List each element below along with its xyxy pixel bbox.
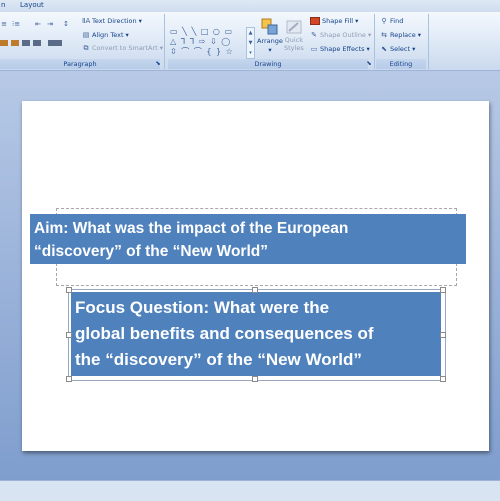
paragraph-group-label: Paragraph (0, 59, 160, 69)
aim-textbox[interactable]: Aim: What was the impact of the European… (30, 214, 466, 264)
group-divider (164, 14, 165, 69)
arrange-icon (261, 18, 278, 35)
aim-text-line: “discovery” of the “New World” (34, 243, 268, 260)
chevron-down-icon: ▾ (125, 31, 129, 39)
shapes-row: ▭ ╲ ╲ □ ○ ▭ (170, 27, 234, 36)
shapes-gallery[interactable]: ▭ ╲ ╲ □ ○ ▭ △ ⅂ ⅂ ⇨ ⇩ ◯ ⇳ ⌒ ⌒ { } ☆ (170, 27, 248, 57)
resize-handle[interactable] (440, 332, 446, 338)
chevron-down-icon: ▾ (367, 31, 372, 39)
group-divider (374, 14, 375, 69)
align-center-icon[interactable] (11, 40, 19, 46)
focus-text-line: Focus Question: What were the (75, 298, 330, 317)
arrange-button[interactable]: Arrange ▾ (257, 18, 283, 54)
dialog-launcher-icon[interactable]: ⬊ (154, 59, 162, 68)
group-divider (428, 14, 429, 69)
align-text-label: Align Text (92, 31, 124, 39)
replace-label: Replace (390, 31, 416, 39)
gallery-scroll[interactable]: ▲ ▼ ▾ (246, 27, 255, 59)
chevron-down-icon: ▾ (138, 17, 142, 25)
chevron-down-icon: ▾ (355, 17, 359, 25)
bullets-icon: ≡ (1, 20, 7, 28)
select-button[interactable]: ⬉ Select ▾ (380, 45, 415, 53)
decrease-indent-button[interactable]: ⇤ (34, 20, 42, 28)
shape-effects-button[interactable]: ▭ Shape Effects ▾ (310, 45, 370, 53)
text-direction-label: Text Direction (92, 17, 137, 25)
chevron-down-icon: ▾ (417, 31, 421, 39)
columns-icon[interactable] (48, 40, 62, 46)
shape-fill-icon (310, 17, 320, 25)
shape-effects-icon: ▭ (310, 45, 318, 53)
focus-text-line: global benefits and consequences of (75, 324, 374, 343)
cursor-icon: ⬉ (381, 45, 387, 53)
select-label: Select (390, 45, 411, 53)
chevron-down-icon: ▾ (268, 46, 272, 54)
resize-handle[interactable] (252, 376, 258, 382)
focus-text-line: the “discovery” of the “New World” (75, 350, 362, 369)
indent-icon: ⇤ (35, 20, 41, 28)
convert-smartart-button[interactable]: ⧉ Convert to SmartArt ▾ (82, 44, 163, 52)
quick-styles-label: Quick (284, 36, 304, 44)
drawing-group-label: Drawing (168, 59, 368, 69)
numbering-button[interactable]: ⁝≡ (12, 20, 20, 28)
justify-icon[interactable] (33, 40, 41, 46)
ribbon: ≡ ⁝≡ ⇤ ⇥ ↕ ⅡA Text Direction ▾ ▤ Align T… (0, 12, 500, 71)
align-left-icon[interactable] (0, 40, 8, 46)
shapes-row: △ ⅂ ⅂ ⇨ ⇩ ◯ (170, 37, 232, 46)
chevron-down-icon: ▾ (366, 45, 370, 53)
shape-fill-label: Shape Fill (322, 17, 354, 25)
find-label: Find (390, 17, 404, 25)
shape-outline-label: Shape Outline (320, 31, 366, 39)
focus-question-textbox[interactable]: Focus Question: What were the global ben… (71, 292, 441, 376)
replace-icon: ⇆ (381, 31, 387, 39)
indent-icon: ⇥ (47, 20, 53, 28)
aim-text-line: Aim: What was the impact of the European (34, 220, 349, 237)
convert-smartart-label: Convert to SmartArt (92, 44, 158, 52)
quick-styles-icon (286, 20, 302, 34)
tab-design[interactable]: n (1, 1, 5, 9)
resize-handle[interactable] (66, 332, 72, 338)
text-direction-button[interactable]: ⅡA Text Direction ▾ (82, 17, 142, 25)
chevron-down-icon: ▾ (159, 44, 163, 52)
align-right-icon[interactable] (22, 40, 30, 46)
quick-styles-button[interactable]: Quick Styles (284, 18, 304, 52)
find-button[interactable]: ⚲ Find (380, 17, 403, 25)
shape-outline-icon: ✎ (311, 31, 317, 39)
resize-handle[interactable] (440, 287, 446, 293)
align-text-button[interactable]: ▤ Align Text ▾ (82, 31, 129, 39)
resize-handle[interactable] (66, 376, 72, 382)
dialog-launcher-icon[interactable]: ⬊ (365, 59, 373, 68)
line-spacing-icon: ↕ (63, 20, 69, 28)
shapes-row: ⇳ ⌒ ⌒ { } ☆ (170, 47, 234, 56)
bullets-button[interactable]: ≡ (0, 20, 8, 28)
arrange-label: Arrange (257, 37, 283, 45)
quick-styles-label: Styles (284, 44, 304, 52)
resize-handle[interactable] (440, 376, 446, 382)
numbering-icon: ⁝≡ (12, 20, 21, 28)
increase-indent-button[interactable]: ⇥ (46, 20, 54, 28)
align-text-icon: ▤ (82, 31, 90, 39)
text-direction-icon: ⅡA (82, 17, 91, 25)
resize-handle[interactable] (252, 287, 258, 293)
resize-handle[interactable] (66, 287, 72, 293)
smartart-icon: ⧉ (83, 44, 89, 52)
tab-layout[interactable]: Layout (20, 1, 44, 9)
shape-fill-button[interactable]: Shape Fill ▾ (310, 17, 358, 25)
horizontal-scrollbar[interactable] (0, 480, 500, 501)
shape-outline-button[interactable]: ✎ Shape Outline ▾ (310, 31, 371, 39)
editing-group-label: Editing (376, 59, 426, 69)
shape-effects-label: Shape Effects (320, 45, 365, 53)
ribbon-tabs: n Layout (0, 0, 500, 12)
binoculars-icon: ⚲ (381, 17, 387, 25)
chevron-down-icon: ▾ (412, 45, 416, 53)
replace-button[interactable]: ⇆ Replace ▾ (380, 31, 421, 39)
line-spacing-button[interactable]: ↕ (62, 20, 70, 28)
